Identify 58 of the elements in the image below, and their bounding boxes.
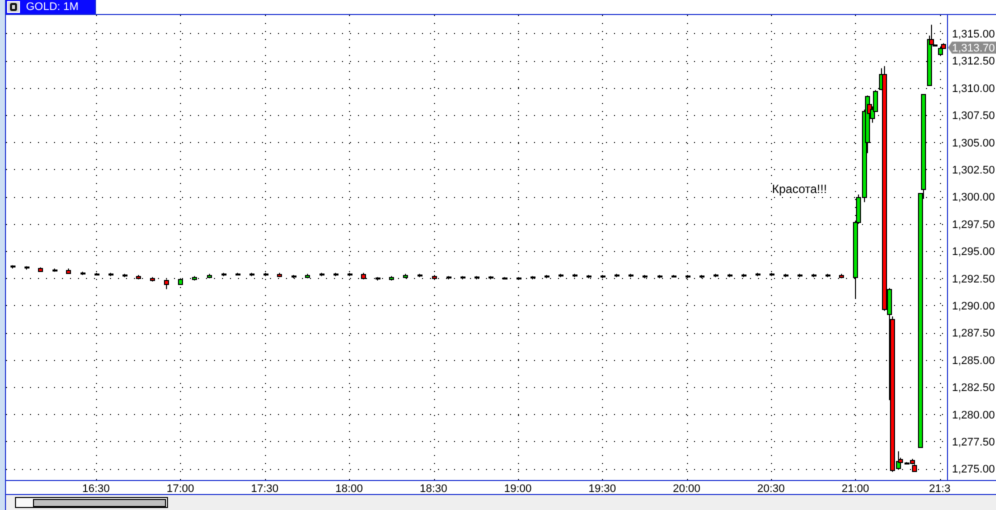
candle — [24, 266, 30, 270]
candle — [250, 272, 254, 277]
price-label: 1,310.00 — [952, 82, 995, 95]
candle — [236, 272, 240, 276]
candle — [784, 273, 788, 278]
candle — [108, 272, 114, 277]
price-label: 1,300.00 — [952, 192, 995, 204]
price-label: 1,312.50 — [952, 56, 995, 68]
price-label: 1,305.00 — [952, 137, 995, 150]
price-label: 1,302.50 — [952, 164, 995, 176]
annotation-text: Красота!!! — [772, 182, 827, 196]
candle — [305, 273, 310, 279]
time-label: 21:00 — [842, 483, 870, 494]
time-label: 20:30 — [757, 483, 785, 494]
candle — [389, 276, 394, 281]
time-label: 16:30 — [82, 483, 110, 494]
last-price-tag: 1,313.70 — [948, 42, 996, 55]
candle — [222, 272, 226, 277]
tab-title: GOLD: 1M — [26, 1, 79, 13]
window-icon — [7, 1, 20, 13]
price-label: 1,297.50 — [952, 218, 995, 231]
price-label: 1,307.50 — [952, 110, 995, 122]
price-label: 1,280.00 — [952, 409, 995, 422]
time-label: 21:3 — [929, 483, 950, 494]
candle — [460, 276, 466, 280]
candle — [150, 276, 155, 282]
candle — [320, 272, 324, 277]
time-label: 18:30 — [420, 483, 448, 494]
candle — [207, 273, 212, 279]
time-label: 18:00 — [335, 483, 363, 494]
candle — [66, 268, 71, 274]
candle — [10, 264, 16, 269]
price-label: 1,282.50 — [952, 382, 995, 394]
time-label: 19:30 — [588, 483, 616, 494]
price-label: 1,275.00 — [952, 464, 995, 476]
chart-tab[interactable]: GOLD: 1M — [6, 0, 96, 14]
candle — [334, 272, 338, 277]
price-label: 1,287.50 — [952, 328, 995, 340]
scrollbar-track[interactable] — [15, 497, 168, 508]
candle — [839, 273, 844, 279]
price-label: 1,290.00 — [952, 300, 995, 312]
time-label: 17:00 — [166, 483, 194, 494]
candle — [80, 271, 86, 276]
candle — [52, 268, 58, 272]
price-label: 1,295.00 — [952, 246, 995, 258]
time-label: 17:30 — [250, 483, 279, 494]
scrollbar-thumb[interactable] — [33, 498, 166, 506]
time-label: 19:00 — [504, 483, 532, 494]
candle — [728, 273, 732, 278]
time-label: 20:00 — [672, 483, 700, 494]
candle — [544, 274, 550, 279]
price-label: 1,315.00 — [952, 28, 995, 40]
price-label: 1,285.00 — [952, 354, 995, 367]
candle — [756, 272, 760, 277]
candle — [672, 274, 676, 278]
price-label: 1,277.50 — [952, 436, 995, 448]
price-label: 1,292.50 — [952, 273, 995, 286]
candle — [38, 266, 43, 272]
